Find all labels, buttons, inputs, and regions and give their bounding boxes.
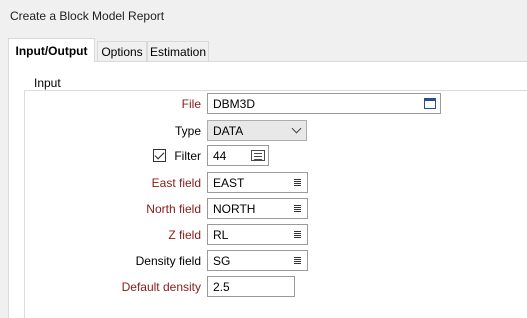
file-label: File: [181, 97, 201, 111]
field-list-icon[interactable]: [287, 251, 307, 270]
east-field-label: East field: [151, 176, 201, 190]
density-field-label: Density field: [135, 254, 201, 268]
filter-checkbox[interactable]: [153, 149, 166, 162]
tab-label: Estimation: [149, 44, 207, 59]
tab-label: Options: [101, 44, 143, 59]
default-density-value: 2.5: [213, 279, 230, 294]
north-field-value: NORTH: [213, 201, 256, 216]
z-field-value: RL: [213, 227, 229, 242]
filter-input[interactable]: 44: [207, 145, 269, 166]
filter-list-icon[interactable]: [248, 146, 268, 165]
file-browse-icon[interactable]: [420, 94, 440, 113]
field-list-icon[interactable]: [287, 199, 307, 218]
z-field-label: Z field: [168, 228, 201, 242]
default-density-label: Default density: [121, 280, 201, 294]
default-density-input[interactable]: 2.5: [207, 276, 295, 297]
field-list-icon[interactable]: [287, 225, 307, 244]
tab-input-output[interactable]: Input/Output: [8, 38, 95, 62]
tab-label: Input/Output: [15, 43, 88, 58]
filter-label: Filter: [174, 149, 201, 163]
z-field-input[interactable]: RL: [207, 224, 308, 245]
tab-options[interactable]: Options: [97, 41, 147, 61]
type-label: Type: [174, 124, 201, 138]
filter-value: 44: [213, 148, 227, 163]
type-dropdown[interactable]: DATA: [207, 120, 307, 141]
type-value: DATA: [213, 123, 244, 138]
north-field-label: North field: [146, 202, 201, 216]
east-field-input[interactable]: EAST: [207, 172, 308, 193]
input-group-label: Input: [31, 76, 64, 90]
tab-estimation[interactable]: Estimation: [147, 41, 209, 61]
north-field-input[interactable]: NORTH: [207, 198, 308, 219]
density-field-input[interactable]: SG: [207, 250, 308, 271]
file-input[interactable]: DBM3D: [207, 93, 441, 114]
east-field-value: EAST: [213, 175, 245, 190]
chevron-down-icon: [286, 121, 306, 140]
density-field-value: SG: [213, 253, 231, 268]
window-title: Create a Block Model Report: [10, 9, 165, 23]
file-value: DBM3D: [213, 96, 256, 111]
field-list-icon[interactable]: [287, 173, 307, 192]
